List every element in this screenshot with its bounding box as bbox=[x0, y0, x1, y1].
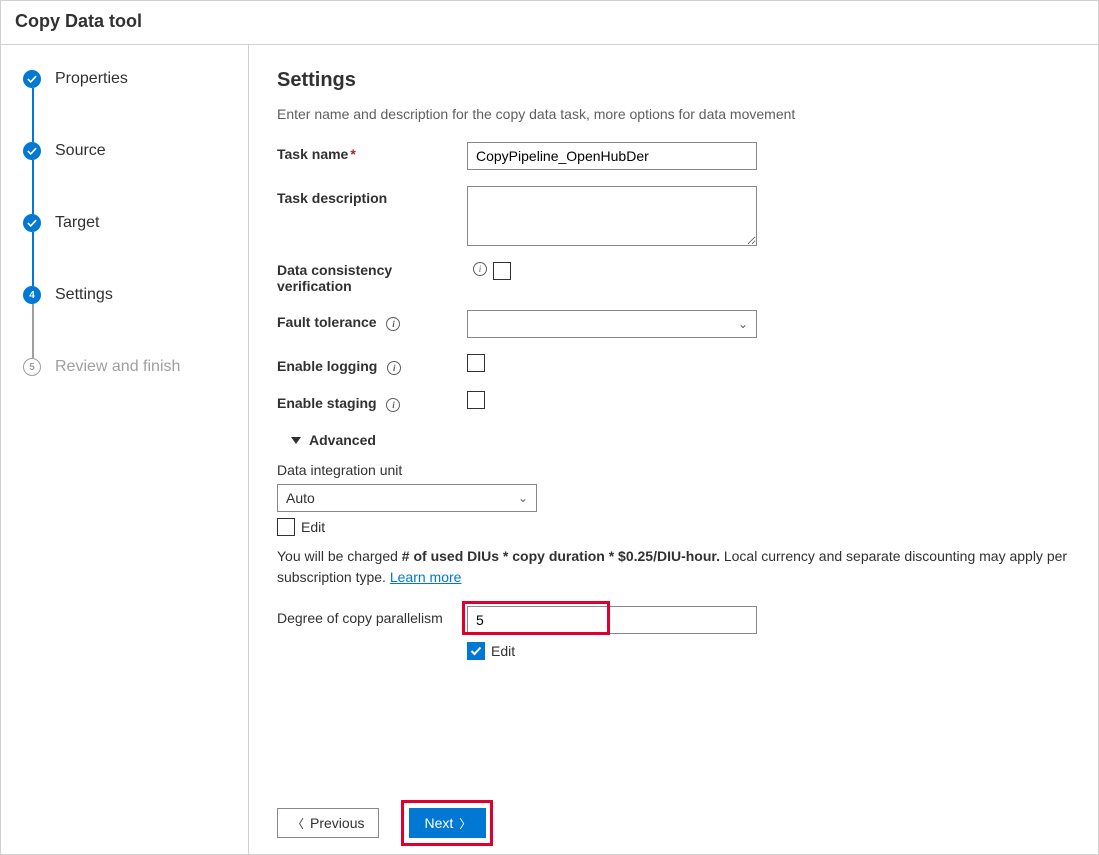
step-label: Settings bbox=[55, 286, 113, 304]
checkmark-icon bbox=[23, 70, 41, 88]
info-icon[interactable]: i bbox=[387, 361, 401, 375]
step-settings[interactable]: 4 Settings bbox=[23, 286, 248, 358]
diu-edit-checkbox[interactable] bbox=[277, 518, 295, 536]
learn-more-link[interactable]: Learn more bbox=[390, 569, 462, 585]
edit-label: Edit bbox=[491, 643, 515, 659]
chevron-down-icon bbox=[291, 437, 301, 444]
previous-button[interactable]: 〈 Previous bbox=[277, 808, 379, 838]
page-subtitle: Enter name and description for the copy … bbox=[277, 106, 1070, 122]
enable-logging-label: Enable logging i bbox=[277, 354, 467, 375]
enable-logging-checkbox[interactable] bbox=[467, 354, 485, 372]
page-title: Settings bbox=[277, 69, 1070, 92]
info-icon[interactable]: i bbox=[386, 317, 400, 331]
enable-staging-checkbox[interactable] bbox=[467, 391, 485, 409]
task-description-label: Task description bbox=[277, 186, 467, 206]
step-label: Properties bbox=[55, 70, 128, 88]
chevron-right-icon: 〉 bbox=[459, 815, 471, 832]
step-label: Source bbox=[55, 142, 106, 160]
chevron-down-icon: ⌄ bbox=[738, 317, 748, 331]
checkmark-icon bbox=[23, 214, 41, 232]
step-review-finish[interactable]: 5 Review and finish bbox=[23, 358, 248, 376]
task-name-input[interactable] bbox=[467, 142, 757, 170]
info-icon[interactable]: i bbox=[473, 262, 487, 276]
wizard-steps-sidebar: Properties Source Target bbox=[1, 45, 249, 854]
copy-data-tool-window: Copy Data tool Properties Source bbox=[0, 0, 1099, 855]
fault-tolerance-label: Fault tolerance i bbox=[277, 310, 467, 331]
checkmark-icon bbox=[23, 142, 41, 160]
data-consistency-checkbox[interactable] bbox=[493, 262, 511, 280]
diu-select[interactable]: Auto ⌄ bbox=[277, 484, 537, 512]
next-button[interactable]: Next 〉 bbox=[409, 808, 486, 838]
parallelism-input[interactable] bbox=[467, 606, 757, 634]
parallelism-edit-checkbox[interactable] bbox=[467, 642, 485, 660]
step-number-icon: 4 bbox=[23, 286, 41, 304]
chevron-left-icon: 〈 bbox=[292, 815, 304, 832]
step-label: Review and finish bbox=[55, 358, 180, 376]
wizard-footer: 〈 Previous Next 〉 bbox=[277, 796, 1070, 854]
body: Properties Source Target bbox=[1, 45, 1098, 854]
edit-label: Edit bbox=[301, 519, 325, 535]
task-name-label: Task name* bbox=[277, 142, 467, 162]
enable-staging-label: Enable staging i bbox=[277, 391, 467, 412]
step-label: Target bbox=[55, 214, 99, 232]
step-source[interactable]: Source bbox=[23, 142, 248, 214]
task-description-input[interactable] bbox=[467, 186, 757, 246]
data-consistency-label: Data consistency verification bbox=[277, 262, 467, 294]
step-number-icon: 5 bbox=[23, 358, 41, 376]
advanced-toggle[interactable]: Advanced bbox=[291, 432, 1070, 448]
settings-content: Settings Enter name and description for … bbox=[249, 45, 1098, 854]
window-title: Copy Data tool bbox=[1, 1, 1098, 45]
parallelism-label: Degree of copy parallelism bbox=[277, 606, 467, 626]
diu-charge-note: You will be charged # of used DIUs * cop… bbox=[277, 546, 1070, 588]
chevron-down-icon: ⌄ bbox=[518, 491, 528, 505]
diu-label: Data integration unit bbox=[277, 462, 1070, 478]
fault-tolerance-select[interactable]: ⌄ bbox=[467, 310, 757, 338]
info-icon[interactable]: i bbox=[386, 398, 400, 412]
step-properties[interactable]: Properties bbox=[23, 70, 248, 142]
step-target[interactable]: Target bbox=[23, 214, 248, 286]
